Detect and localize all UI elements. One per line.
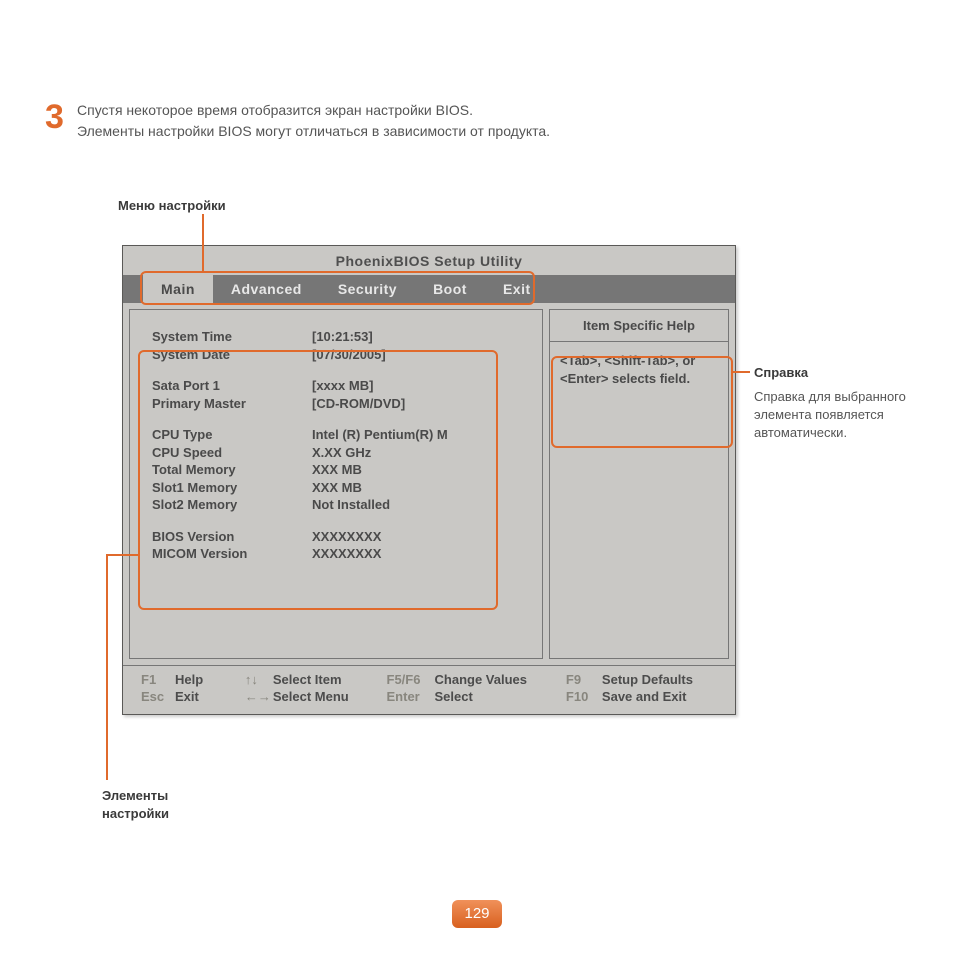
footer-col1: F1Help EscExit: [141, 672, 245, 704]
bios-help-panel: Item Specific Help <Tab>, <Shift-Tab>, o…: [549, 309, 729, 659]
footer-leftright: ←→Select Menu: [245, 689, 387, 704]
callout-label-help-title: Справка: [754, 365, 808, 380]
bios-body: System Time[10:21:53] System Date[07/30/…: [123, 303, 735, 665]
value-micom-version: XXXXXXXX: [312, 545, 530, 563]
action-select-menu: Select Menu: [273, 689, 349, 704]
key-f10: F10: [566, 689, 602, 704]
value-cpu-speed: X.XX GHz: [312, 444, 530, 462]
row-cpu-speed: CPU SpeedX.XX GHz: [152, 444, 530, 462]
callout-label-menu: Меню настройки: [118, 198, 226, 213]
key-updown-icon: ↑↓: [245, 672, 273, 687]
step-line2: Элементы настройки BIOS могут отличаться…: [77, 121, 914, 142]
value-bios-version: XXXXXXXX: [312, 528, 530, 546]
tab-exit[interactable]: Exit: [485, 275, 549, 303]
action-save-exit: Save and Exit: [602, 689, 687, 704]
menu-spacer: [123, 275, 143, 303]
row-sata-port1[interactable]: Sata Port 1[xxxx MB]: [152, 377, 530, 395]
value-slot2-memory: Not Installed: [312, 496, 530, 514]
callout-elements-l1: Элементы: [102, 787, 169, 805]
bios-window: PhoenixBIOS Setup Utility Main Advanced …: [122, 245, 736, 715]
bios-footer: F1Help EscExit ↑↓Select Item ←→Select Me…: [123, 665, 735, 714]
footer-enter: EnterSelect: [387, 689, 566, 704]
row-system-date[interactable]: System Date[07/30/2005]: [152, 346, 530, 364]
label-slot2-memory: Slot2 Memory: [152, 496, 312, 514]
row-bios-version: BIOS VersionXXXXXXXX: [152, 528, 530, 546]
value-slot1-memory: XXX MB: [312, 479, 530, 497]
tab-boot[interactable]: Boot: [415, 275, 485, 303]
step-line1: Спустя некоторое время отобразится экран…: [77, 100, 914, 121]
value-cpu-type: Intel (R) Pentium(R) M: [312, 426, 530, 444]
callout-label-elements: Элементы настройки: [102, 787, 169, 822]
action-help: Help: [175, 672, 203, 687]
value-sata-port1: [xxxx MB]: [312, 377, 530, 395]
row-cpu-type: CPU TypeIntel (R) Pentium(R) M: [152, 426, 530, 444]
label-cpu-speed: CPU Speed: [152, 444, 312, 462]
footer-col2: ↑↓Select Item ←→Select Menu: [245, 672, 387, 704]
footer-f9: F9Setup Defaults: [566, 672, 717, 687]
action-select-item: Select Item: [273, 672, 342, 687]
callout-elements-l2: настройки: [102, 805, 169, 823]
key-enter: Enter: [387, 689, 435, 704]
row-total-memory: Total MemoryXXX MB: [152, 461, 530, 479]
row-system-time[interactable]: System Time[10:21:53]: [152, 328, 530, 346]
step-number: 3: [45, 100, 64, 134]
key-f1: F1: [141, 672, 175, 687]
action-setup-defaults: Setup Defaults: [602, 672, 693, 687]
row-micom-version: MICOM VersionXXXXXXXX: [152, 545, 530, 563]
page-number: 129: [452, 900, 502, 928]
action-exit: Exit: [175, 689, 199, 704]
footer-f1: F1Help: [141, 672, 245, 687]
key-leftright-icon: ←→: [245, 689, 273, 704]
row-slot1-memory: Slot1 MemoryXXX MB: [152, 479, 530, 497]
step-text: Спустя некоторое время отобразится экран…: [77, 100, 914, 142]
tab-advanced[interactable]: Advanced: [213, 275, 320, 303]
value-system-date: [07/30/2005]: [312, 346, 530, 364]
label-primary-master: Primary Master: [152, 395, 312, 413]
step-block: 3 Спустя некоторое время отобразится экр…: [45, 100, 914, 142]
footer-col4: F9Setup Defaults F10Save and Exit: [566, 672, 717, 704]
key-f5f6: F5/F6: [387, 672, 435, 687]
help-panel-title: Item Specific Help: [550, 310, 728, 342]
label-system-time: System Time: [152, 328, 312, 346]
footer-col3: F5/F6Change Values EnterSelect: [387, 672, 566, 704]
footer-f5f6: F5/F6Change Values: [387, 672, 566, 687]
row-slot2-memory: Slot2 MemoryNot Installed: [152, 496, 530, 514]
value-primary-master: [CD-ROM/DVD]: [312, 395, 530, 413]
label-total-memory: Total Memory: [152, 461, 312, 479]
row-primary-master[interactable]: Primary Master[CD-ROM/DVD]: [152, 395, 530, 413]
bios-title: PhoenixBIOS Setup Utility: [123, 246, 735, 275]
callout-label-help-text: Справка для выбранного элемента появляет…: [754, 388, 924, 443]
footer-updown: ↑↓Select Item: [245, 672, 387, 687]
label-slot1-memory: Slot1 Memory: [152, 479, 312, 497]
value-system-time: [10:21:53]: [312, 328, 530, 346]
label-system-date: System Date: [152, 346, 312, 364]
help-panel-body: <Tab>, <Shift-Tab>, or <Enter> selects f…: [550, 342, 728, 397]
tab-main[interactable]: Main: [143, 275, 213, 303]
tab-security[interactable]: Security: [320, 275, 415, 303]
bios-main-panel: System Time[10:21:53] System Date[07/30/…: [129, 309, 543, 659]
value-total-memory: XXX MB: [312, 461, 530, 479]
label-cpu-type: CPU Type: [152, 426, 312, 444]
footer-f10: F10Save and Exit: [566, 689, 717, 704]
action-change-values: Change Values: [435, 672, 527, 687]
label-sata-port1: Sata Port 1: [152, 377, 312, 395]
label-bios-version: BIOS Version: [152, 528, 312, 546]
action-select: Select: [435, 689, 473, 704]
label-micom-version: MICOM Version: [152, 545, 312, 563]
bios-menu-bar: Main Advanced Security Boot Exit: [123, 275, 735, 303]
footer-esc: EscExit: [141, 689, 245, 704]
leader-line-elements-v: [106, 554, 108, 780]
key-esc: Esc: [141, 689, 175, 704]
key-f9: F9: [566, 672, 602, 687]
